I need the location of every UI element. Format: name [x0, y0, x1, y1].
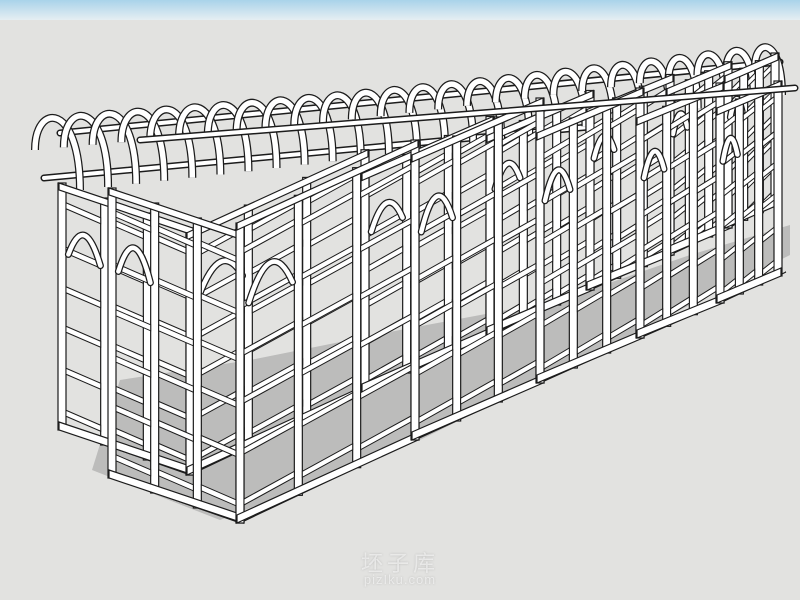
panel-post [535, 132, 545, 384]
sky-band [0, 0, 800, 20]
panel-post [293, 194, 303, 496]
panel-post [485, 134, 495, 336]
panel-post [192, 217, 202, 509]
panel-post [754, 89, 764, 286]
panel-post [235, 222, 245, 524]
panel-post [302, 176, 312, 421]
panel-post [410, 154, 420, 441]
panel-post [635, 117, 645, 339]
trellis-scene [0, 0, 800, 600]
panel-post [773, 80, 783, 277]
model-viewport[interactable] [0, 0, 800, 600]
panel-post [402, 153, 412, 374]
panel-post [715, 107, 725, 304]
panel-post [568, 117, 578, 369]
panel-post [107, 187, 117, 479]
panel-post [150, 202, 160, 494]
panel-post [243, 204, 253, 448]
panel-post [602, 102, 612, 354]
panel-post [493, 116, 503, 403]
panel-post [662, 105, 672, 327]
panel-post [360, 172, 370, 393]
panel-post [352, 167, 362, 469]
panel-post [734, 98, 744, 295]
panel-post [688, 94, 698, 316]
panel-post [452, 135, 462, 422]
panel-post [518, 119, 528, 321]
panel-post [57, 182, 67, 431]
